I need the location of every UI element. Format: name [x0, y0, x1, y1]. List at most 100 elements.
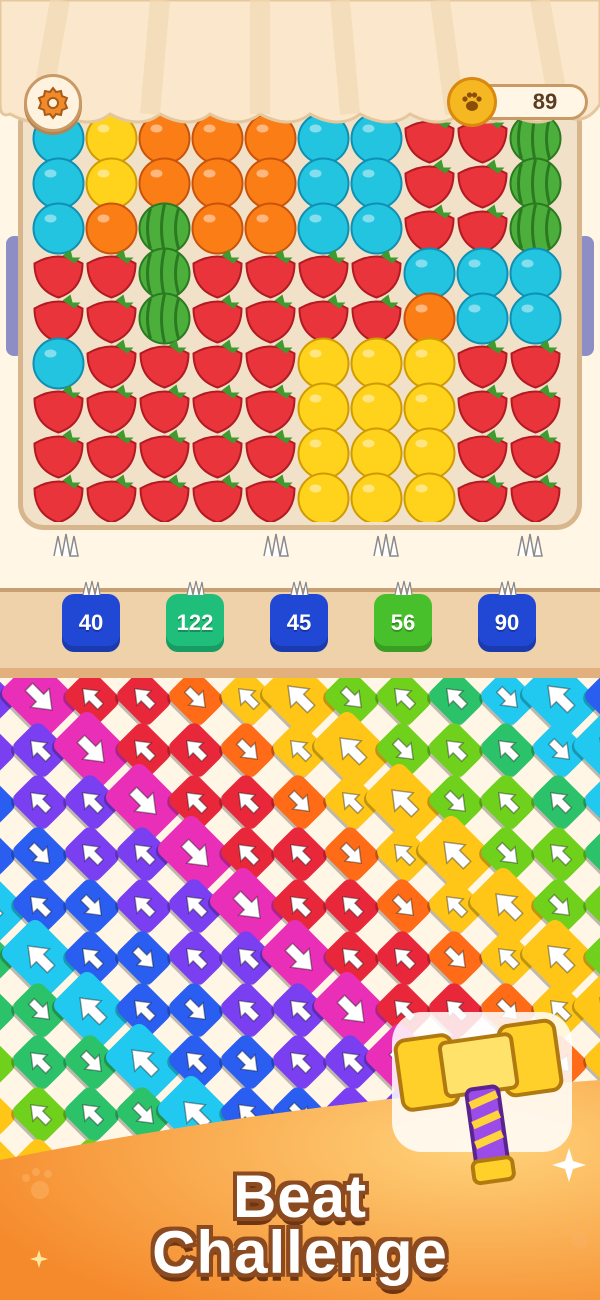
arrow-tile[interactable]	[423, 678, 486, 731]
banner-title-line2: Challenge	[152, 1219, 448, 1286]
strawberry-fruit	[457, 159, 508, 209]
strawberry-fruit	[192, 474, 243, 522]
coin-counter: 89	[447, 77, 588, 127]
strawberry-fruit	[33, 294, 84, 344]
spike-left	[53, 533, 79, 557]
arrow-tile[interactable]	[163, 678, 226, 731]
strawberry-fruit	[139, 384, 190, 434]
lemon-fruit	[403, 382, 456, 435]
blueberry-fruit	[32, 157, 85, 210]
crate-4[interactable]: 56	[374, 580, 432, 652]
arrow-tile[interactable]	[527, 824, 590, 887]
strawberry-fruit	[192, 429, 243, 479]
hammer-icon[interactable]	[382, 1000, 582, 1190]
crate-count: 40	[78, 610, 104, 635]
arrow-tile[interactable]	[59, 876, 122, 939]
settings-button[interactable]	[24, 74, 82, 132]
arrow-tile[interactable]	[371, 928, 434, 991]
watermelon-fruit	[138, 247, 191, 300]
arrow-tile[interactable]	[111, 678, 174, 731]
arrow-tile[interactable]	[163, 980, 226, 1043]
fruit-board[interactable]	[30, 110, 570, 522]
arrow-tile[interactable]	[215, 980, 278, 1043]
crate-2[interactable]: 122	[166, 580, 224, 652]
arrow-tile[interactable]	[371, 876, 434, 939]
strawberry-fruit	[33, 429, 84, 479]
arrow-tile[interactable]	[163, 928, 226, 991]
gear-icon	[37, 86, 69, 120]
arrow-tile[interactable]	[475, 720, 538, 783]
game-screen: 89 40 122 45 56 90 Beat Challenge	[0, 0, 600, 1300]
arrow-tile[interactable]	[319, 876, 382, 939]
crate-1[interactable]: 40	[62, 580, 120, 652]
blueberry-fruit	[456, 247, 509, 300]
lemon-fruit	[350, 472, 403, 522]
fruit-grid[interactable]	[30, 110, 570, 522]
crate-count: 56	[390, 610, 416, 635]
orange-fruit	[85, 202, 138, 255]
strawberry-fruit	[86, 249, 137, 299]
sparkle-icon	[30, 1250, 48, 1268]
arrow-tile[interactable]	[163, 720, 226, 783]
arrow-tile[interactable]	[111, 928, 174, 991]
strawberry-fruit	[139, 429, 190, 479]
paw-coin-icon	[447, 77, 497, 127]
strawberry-fruit	[404, 204, 455, 254]
strawberry-fruit	[510, 384, 561, 434]
strawberry-fruit	[33, 474, 84, 522]
strawberry-fruit	[510, 474, 561, 522]
lemon-fruit	[297, 337, 350, 390]
crate-count: 45	[286, 610, 312, 635]
lemon-fruit	[297, 472, 350, 522]
blueberry-fruit	[403, 247, 456, 300]
spike-center-left	[263, 533, 289, 557]
lemon-fruit	[403, 337, 456, 390]
spike-center-right	[373, 533, 399, 557]
strawberry-fruit	[457, 339, 508, 389]
arrow-tile[interactable]	[59, 824, 122, 887]
crate-3[interactable]: 45	[270, 580, 328, 652]
spike-right	[517, 533, 543, 557]
lemon-fruit	[403, 472, 456, 522]
arrow-tile[interactable]	[111, 876, 174, 939]
orange-fruit	[244, 157, 297, 210]
strawberry-fruit	[192, 249, 243, 299]
arrow-tile[interactable]	[475, 772, 538, 835]
crate-5[interactable]: 90	[478, 580, 536, 652]
strawberry-fruit	[86, 474, 137, 522]
arrow-tile[interactable]	[267, 824, 330, 887]
lemon-fruit	[350, 337, 403, 390]
arrow-tile[interactable]	[319, 824, 382, 887]
strawberry-fruit	[192, 384, 243, 434]
strawberry-fruit	[245, 384, 296, 434]
arrow-tile[interactable]	[267, 772, 330, 835]
arrow-tile[interactable]	[423, 720, 486, 783]
arrow-tile[interactable]	[7, 824, 70, 887]
arrow-tile[interactable]	[215, 720, 278, 783]
strawberry-fruit	[192, 294, 243, 344]
coin-count: 89	[532, 89, 558, 114]
blueberry-fruit	[509, 247, 562, 300]
strawberry-fruit	[457, 429, 508, 479]
strawberry-fruit	[139, 339, 190, 389]
strawberry-fruit	[245, 429, 296, 479]
watermelon-fruit	[509, 157, 562, 210]
crate-count: 122	[176, 610, 214, 635]
arrow-tile[interactable]	[7, 772, 70, 835]
lemon-fruit	[297, 382, 350, 435]
arrow-tile[interactable]	[423, 928, 486, 991]
strawberry-fruit	[245, 249, 296, 299]
strawberry-fruit	[86, 429, 137, 479]
strawberry-fruit	[245, 474, 296, 522]
strawberry-fruit	[139, 474, 190, 522]
arrow-tile[interactable]	[371, 678, 434, 731]
arrow-tile[interactable]	[527, 772, 590, 835]
blueberry-fruit	[456, 292, 509, 345]
strawberry-fruit	[86, 294, 137, 344]
strawberry-fruit	[351, 249, 402, 299]
blueberry-fruit	[350, 202, 403, 255]
strawberry-fruit	[404, 159, 455, 209]
watermelon-fruit	[138, 292, 191, 345]
watermelon-fruit	[138, 202, 191, 255]
arrow-tile[interactable]	[215, 772, 278, 835]
